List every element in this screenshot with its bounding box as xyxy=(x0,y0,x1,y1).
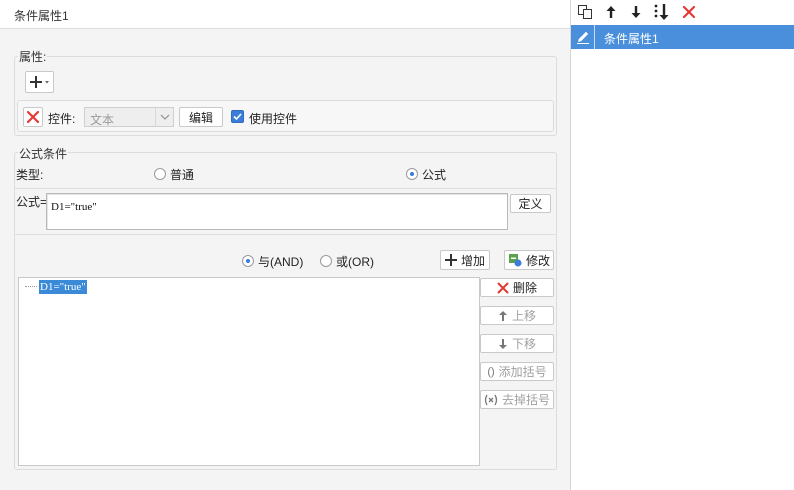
arrow-up-icon[interactable] xyxy=(602,3,620,21)
delete-condition-button[interactable]: 删除 xyxy=(480,278,554,297)
divider xyxy=(14,188,557,189)
add-bracket-button-label: 添加括号 xyxy=(498,365,547,379)
type-formula-radio[interactable] xyxy=(406,168,418,180)
formula-label: 公式= xyxy=(16,195,48,209)
bracket-icon: () xyxy=(487,365,495,378)
right-toolbar xyxy=(571,0,794,24)
logic-or-label: 或(OR) xyxy=(336,255,374,269)
remove-bracket-button-label: 去掉括号 xyxy=(501,393,550,407)
modify-condition-button-label: 修改 xyxy=(525,253,550,268)
panel-header: 条件属性1 xyxy=(0,0,570,29)
move-up-button-label: 上移 xyxy=(511,309,536,323)
add-condition-button-label: 增加 xyxy=(460,253,485,268)
delete-icon[interactable] xyxy=(680,3,698,21)
control-select[interactable]: 文本 xyxy=(84,107,174,127)
add-condition-button[interactable]: 增加 xyxy=(440,250,490,270)
divider xyxy=(14,234,557,235)
condition-list-panel: 条件属性1 xyxy=(571,0,794,490)
pencil-icon xyxy=(575,29,591,45)
modify-condition-button[interactable]: 修改 xyxy=(504,250,554,270)
arrow-down-icon[interactable] xyxy=(627,3,645,21)
condition-property-item[interactable]: 条件属性1 xyxy=(571,25,794,49)
add-bracket-button[interactable]: () 添加括号 xyxy=(480,362,554,381)
edit-control-button-label: 编辑 xyxy=(188,110,213,125)
tree-connector xyxy=(25,286,37,287)
type-normal-label: 普通 xyxy=(170,168,195,182)
condition-editor-panel: 条件属性1 属性: 控件: 文本 编辑 使用控件 公式条件 类型: 普通 公式 … xyxy=(0,0,571,490)
define-button[interactable]: 定义 xyxy=(510,194,551,213)
arrow-up-icon xyxy=(498,310,507,321)
logic-and-label: 与(AND) xyxy=(258,255,304,269)
condition-list-item[interactable]: D1="true" xyxy=(39,280,87,294)
control-select-value: 文本 xyxy=(90,113,115,127)
item-separator xyxy=(594,25,595,49)
condition-property-item-label: 条件属性1 xyxy=(604,32,659,46)
arrow-down-icon xyxy=(498,338,507,349)
copy-icon[interactable] xyxy=(576,3,594,21)
logic-and-radio[interactable] xyxy=(242,255,254,267)
delete-condition-button-label: 删除 xyxy=(512,281,537,295)
attributes-legend: 属性: xyxy=(18,48,48,65)
move-down-button-label: 下移 xyxy=(511,337,536,351)
define-button-label: 定义 xyxy=(518,197,543,211)
close-icon xyxy=(26,110,40,124)
edit-control-button[interactable]: 编辑 xyxy=(179,107,223,127)
plus-icon xyxy=(444,254,457,266)
formula-input-value: D1="true" xyxy=(51,201,97,213)
remove-bracket-icon xyxy=(484,394,498,405)
move-bottom-icon[interactable] xyxy=(653,3,671,21)
formula-condition-legend: 公式条件 xyxy=(18,145,69,162)
type-label: 类型: xyxy=(16,168,44,182)
control-label: 控件: xyxy=(48,112,76,126)
type-formula-label: 公式 xyxy=(422,168,447,182)
modify-icon xyxy=(508,254,522,267)
close-icon xyxy=(497,282,509,293)
use-control-label: 使用控件 xyxy=(249,112,298,126)
logic-or-radio[interactable] xyxy=(320,255,332,267)
remove-bracket-button[interactable]: 去掉括号 xyxy=(480,390,554,409)
check-icon xyxy=(233,113,242,121)
add-attribute-dropdown[interactable] xyxy=(25,71,54,93)
delete-attribute-button[interactable] xyxy=(23,107,43,127)
move-up-button[interactable]: 上移 xyxy=(480,306,554,325)
condition-list[interactable]: D1="true" xyxy=(18,277,480,466)
plus-dropdown-icon xyxy=(29,76,49,88)
formula-input[interactable]: D1="true" xyxy=(46,193,508,230)
panel-title: 条件属性1 xyxy=(14,9,69,23)
chevron-down-icon xyxy=(155,108,173,126)
move-down-button[interactable]: 下移 xyxy=(480,334,554,353)
use-control-checkbox[interactable] xyxy=(231,110,244,123)
type-normal-radio[interactable] xyxy=(154,168,166,180)
